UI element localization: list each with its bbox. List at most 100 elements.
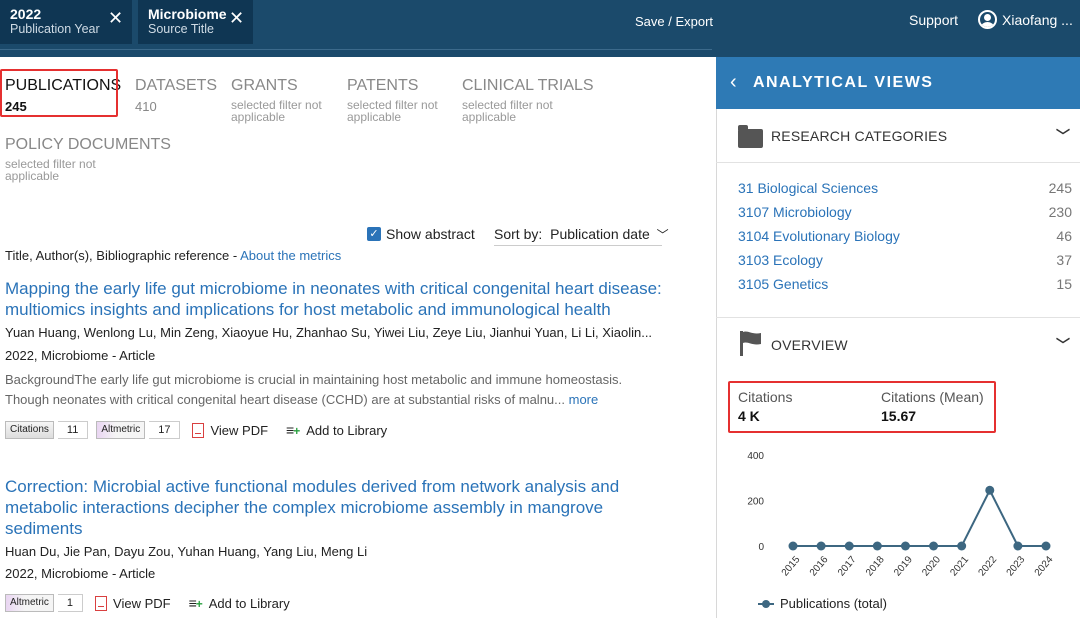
x-tick-label: 2018 — [864, 554, 887, 578]
result-authors: Huan Du, Jie Pan, Dayu Zou, Yuhan Huang,… — [5, 544, 368, 559]
support-link[interactable]: Support — [909, 12, 958, 28]
legend-label: Publications (total) — [780, 596, 887, 611]
user-icon — [978, 10, 997, 29]
highlight-box — [728, 381, 996, 433]
x-tick-label: 2016 — [808, 554, 831, 578]
pdf-icon[interactable] — [192, 422, 205, 438]
legend-marker-icon — [758, 599, 774, 608]
column-header: Title, Author(s), Bibliographic referenc… — [5, 248, 341, 263]
result-metrics-row: Altmetric 1 View PDF ≡ + Add to Library — [5, 593, 290, 613]
result-source: 2022, Microbiome - Article — [5, 566, 156, 581]
add-to-library-icon[interactable]: ≡ + — [189, 595, 203, 611]
view-pdf-link[interactable]: View PDF — [210, 423, 268, 438]
x-tick-label: 2022 — [976, 554, 999, 578]
sort-dropdown[interactable]: Sort by: Publication date ﹀ — [494, 226, 669, 243]
category-name[interactable]: 3104 Evolutionary Biology — [738, 228, 900, 244]
chart-legend: Publications (total) — [758, 596, 887, 611]
sort-value: Publication date — [550, 226, 650, 242]
category-row[interactable]: 3105 Genetics 15 — [738, 276, 1072, 292]
data-point — [900, 541, 910, 551]
overview-header[interactable]: OVERVIEW ﹀ — [716, 318, 1080, 370]
panel-header[interactable]: ‹ ANALYTICAL VIEWS — [716, 57, 1080, 109]
view-pdf-link[interactable]: View PDF — [113, 596, 171, 611]
save-export-button[interactable]: Save / Export — [635, 14, 713, 29]
series-line — [793, 488, 1046, 547]
category-count: 245 — [1048, 180, 1072, 196]
checkbox-checked-icon[interactable]: ✓ — [367, 227, 381, 241]
altmetric-badge-label: Altmetric — [96, 421, 146, 439]
data-point — [957, 541, 967, 551]
result-metrics-row: Citations 11 Altmetric 17 View PDF ≡ + Ad… — [5, 420, 387, 440]
category-row[interactable]: 3104 Evolutionary Biology 46 — [738, 228, 1072, 244]
data-point — [1041, 541, 1051, 551]
tab-note: selected filter not applicable — [231, 98, 322, 124]
user-menu[interactable]: Xiaofang ... — [978, 10, 1073, 29]
filter-chip-source-title[interactable]: Microbiome Source Title ✕ — [138, 0, 253, 44]
tab-label: GRANTS — [231, 77, 298, 94]
filter-chip-publication-year[interactable]: 2022 Publication Year ✕ — [0, 0, 132, 44]
category-row[interactable]: 31 Biological Sciences 245 — [738, 180, 1072, 196]
tab-patents[interactable]: PATENTS selected filter not applicable — [347, 77, 447, 123]
add-to-library-link[interactable]: Add to Library — [306, 423, 387, 438]
close-icon[interactable]: ✕ — [229, 9, 244, 27]
category-count: 15 — [1056, 276, 1072, 292]
more-link[interactable]: more — [569, 392, 599, 407]
category-name[interactable]: 3105 Genetics — [738, 276, 828, 292]
altmetric-badge-count: 1 — [57, 594, 84, 612]
show-abstract-label: Show abstract — [386, 226, 475, 242]
about-metrics-link[interactable]: About the metrics — [240, 248, 341, 263]
user-name: Xiaofang ... — [1002, 11, 1073, 28]
add-to-library-icon[interactable]: ≡ + — [286, 422, 300, 438]
tab-label: PATENTS — [347, 77, 419, 94]
citations-badge[interactable]: Citations 11 — [5, 421, 89, 439]
research-categories-header[interactable]: RESEARCH CATEGORIES ﹀ — [716, 109, 1080, 163]
data-point — [844, 541, 854, 551]
tab-note: selected filter not applicable — [5, 157, 96, 183]
x-tick-label: 2023 — [1005, 554, 1028, 578]
result-source: 2022, Microbiome - Article — [5, 348, 156, 363]
category-name[interactable]: 31 Biological Sciences — [738, 180, 878, 196]
category-row[interactable]: 3103 Ecology 37 — [738, 252, 1072, 268]
citations-badge-label: Citations — [5, 421, 54, 439]
sort-underline — [494, 245, 662, 246]
x-tick-label: 2024 — [1033, 554, 1056, 578]
panel-title: ANALYTICAL VIEWS — [753, 74, 934, 91]
chevron-left-icon[interactable]: ‹ — [730, 71, 737, 94]
result-abstract-text: BackgroundThe early life gut microbiome … — [5, 372, 623, 407]
result-authors: Yuan Huang, Wenlong Lu, Min Zeng, Xiaoyu… — [5, 325, 653, 340]
chevron-down-icon[interactable]: ﹀ — [1056, 126, 1070, 146]
x-tick-label: 2020 — [920, 554, 943, 578]
show-abstract-toggle[interactable]: ✓ Show abstract — [367, 226, 475, 242]
altmetric-badge[interactable]: Altmetric 17 — [96, 421, 181, 439]
category-name[interactable]: 3107 Microbiology — [738, 204, 852, 220]
data-point — [788, 541, 798, 551]
x-tick-label: 2017 — [836, 554, 859, 578]
tab-clinical-trials[interactable]: CLINICAL TRIALS selected filter not appl… — [462, 77, 594, 123]
tab-label: DATASETS — [135, 77, 218, 94]
altmetric-badge-count: 17 — [149, 421, 181, 439]
tab-grants[interactable]: GRANTS selected filter not applicable — [231, 77, 331, 123]
research-categories-label: RESEARCH CATEGORIES — [771, 128, 948, 144]
close-icon[interactable]: ✕ — [108, 9, 123, 27]
flag-icon — [740, 331, 761, 356]
filter-chip-value: 2022 — [10, 6, 42, 22]
altmetric-badge[interactable]: Altmetric 1 — [5, 594, 84, 612]
category-row[interactable]: 3107 Microbiology 230 — [738, 204, 1072, 220]
tab-policy-documents[interactable]: POLICY DOCUMENTS selected filter not app… — [5, 136, 171, 182]
tab-note: selected filter not applicable — [462, 98, 553, 124]
x-tick-label: 2019 — [892, 554, 915, 578]
category-name[interactable]: 3103 Ecology — [738, 252, 823, 268]
result-title-link[interactable]: Mapping the early life gut microbiome in… — [5, 278, 665, 320]
category-count: 230 — [1048, 204, 1072, 220]
chevron-down-icon[interactable]: ﹀ — [1056, 335, 1070, 355]
filter-chip-label: Publication Year — [10, 22, 100, 36]
add-to-library-link[interactable]: Add to Library — [209, 596, 290, 611]
y-tick-label: 0 — [758, 542, 764, 553]
data-point — [1013, 541, 1023, 551]
tab-label: POLICY DOCUMENTS — [5, 136, 171, 153]
result-title-link[interactable]: Correction: Microbial active functional … — [5, 476, 645, 539]
pdf-icon[interactable] — [95, 595, 108, 611]
tab-datasets[interactable]: DATASETS 410 — [135, 77, 217, 114]
data-point — [872, 541, 882, 551]
highlight-box — [0, 69, 118, 117]
